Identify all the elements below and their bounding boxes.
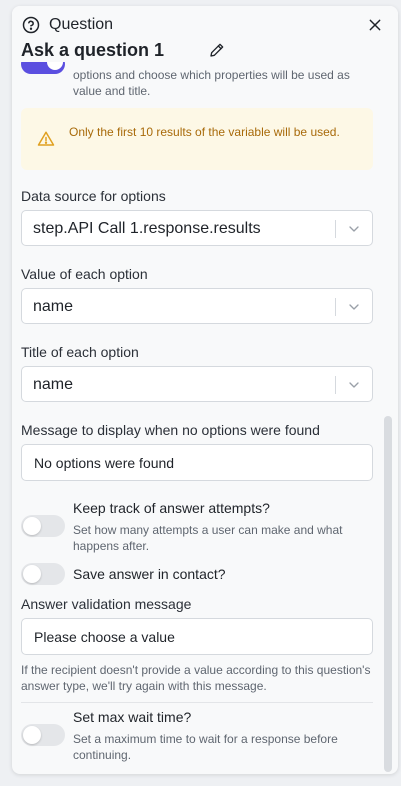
no-options-label: Message to display when no options were … — [21, 422, 320, 438]
save-answer-title: Save answer in contact? — [73, 566, 226, 582]
data-source-label: Data source for options — [21, 188, 166, 204]
no-options-input[interactable] — [21, 444, 373, 481]
warning-triangle-icon — [37, 131, 55, 146]
validation-label: Answer validation message — [21, 596, 192, 612]
validation-input[interactable] — [21, 618, 373, 655]
max-wait-description: Set a maximum time to wait for a respons… — [73, 732, 338, 762]
answer-attempts-title: Keep track of answer attempts? — [73, 500, 270, 516]
validation-help: If the recipient doesn't provide a value… — [21, 663, 371, 693]
value-option-label: Value of each option — [21, 266, 148, 282]
title-option-select[interactable]: name — [21, 366, 373, 402]
select-divider — [335, 298, 336, 316]
chevron-down-icon — [349, 304, 359, 310]
warning-box: Only the first 10 results of the variabl… — [21, 108, 373, 170]
question-circle-icon — [22, 16, 40, 34]
title-option-value: name — [33, 376, 74, 393]
warning-text: Only the first 10 results of the variabl… — [69, 125, 340, 139]
save-answer-toggle[interactable] — [21, 563, 65, 585]
select-divider — [335, 376, 336, 394]
question-panel: options and choose which properties will… — [12, 6, 398, 774]
panel-content: options and choose which properties will… — [12, 6, 398, 774]
panel-header: Question Ask a question 1 — [12, 6, 398, 62]
data-source-select[interactable]: step.API Call 1.response.results — [21, 210, 373, 246]
chevron-down-icon — [349, 382, 359, 388]
pencil-icon[interactable] — [209, 42, 225, 58]
chevron-down-icon — [349, 226, 359, 232]
question-title[interactable]: Ask a question 1 — [21, 40, 164, 61]
answer-attempts-toggle[interactable] — [21, 515, 65, 537]
value-option-select[interactable]: name — [21, 288, 373, 324]
close-button[interactable] — [365, 15, 385, 35]
scrollbar[interactable] — [384, 416, 392, 772]
title-option-label: Title of each option — [21, 344, 139, 360]
close-icon — [369, 19, 381, 31]
select-divider — [335, 220, 336, 238]
top-options-description: options and choose which properties will… — [73, 68, 350, 98]
data-source-value: step.API Call 1.response.results — [33, 220, 261, 237]
max-wait-toggle[interactable] — [21, 724, 65, 746]
max-wait-title: Set max wait time? — [73, 709, 192, 725]
divider — [21, 702, 373, 703]
value-option-value: name — [33, 298, 74, 315]
panel-type-label: Question — [49, 16, 114, 33]
answer-attempts-description: Set how many attempts a user can make an… — [73, 523, 343, 553]
